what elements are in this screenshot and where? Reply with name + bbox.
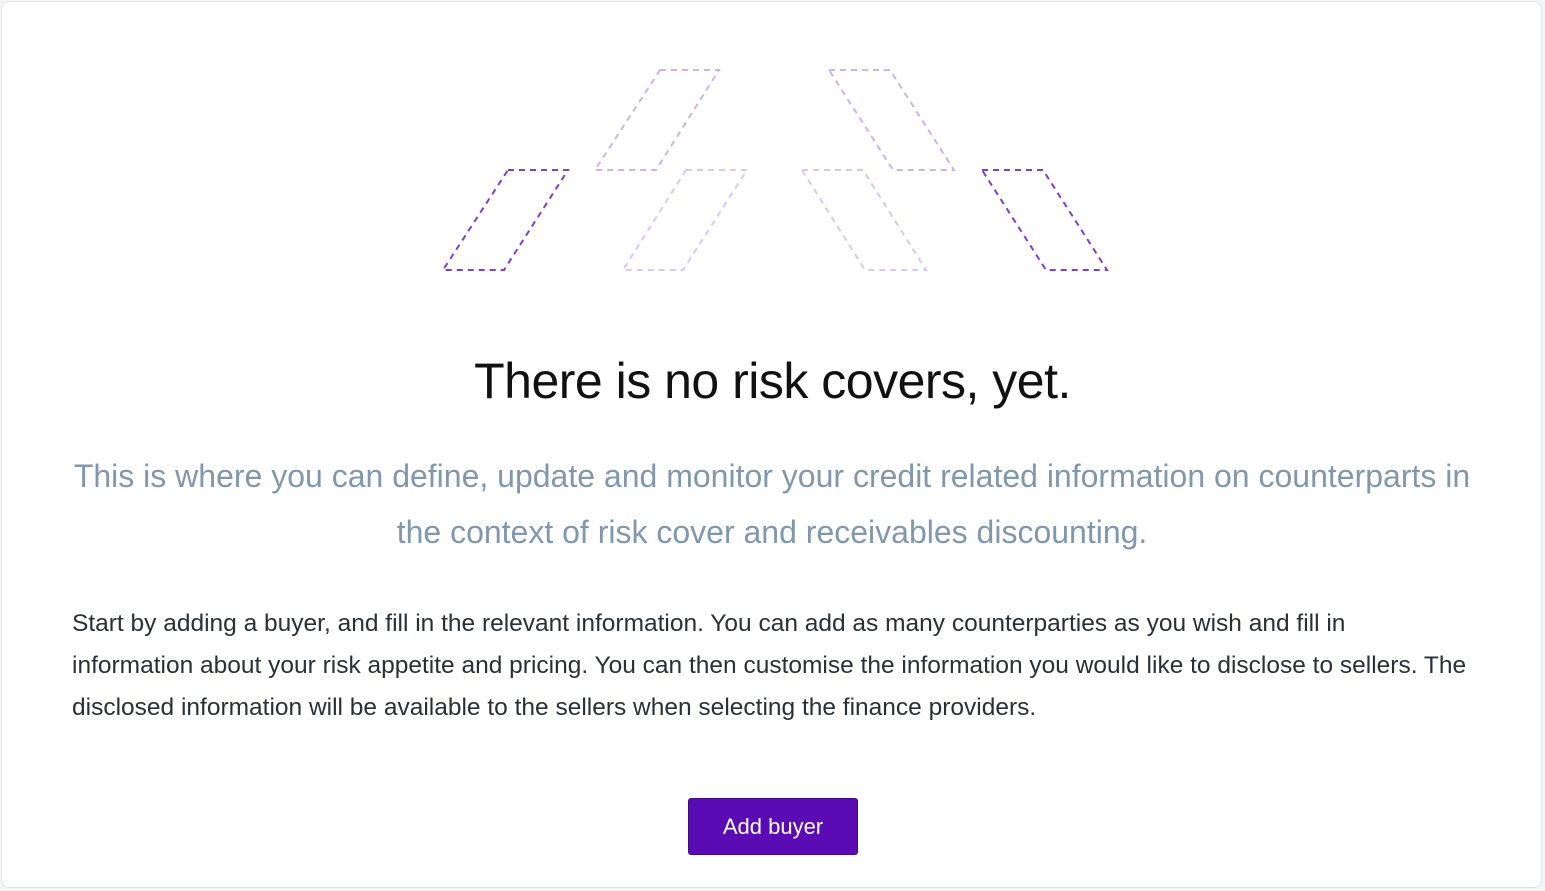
illustration-shape-right-outer [980,169,1109,271]
empty-state-title: There is no risk covers, yet. [474,353,1071,409]
illustration-shape-left-top [593,69,721,171]
illustration-shape-right-top [827,69,956,171]
illustration-shape-right-inner [800,169,928,271]
empty-state-card: There is no risk covers, yet. This is wh… [1,1,1542,888]
dashed-parallelogram-logo-icon [441,69,1109,271]
add-buyer-button[interactable]: Add buyer [688,798,858,855]
illustration-shape-left-inner [621,169,749,271]
empty-state-subtitle: This is where you can define, update and… [73,458,1471,550]
illustration-shape-left-outer [441,169,570,271]
empty-state-description: Start by adding a buyer, and fill in the… [72,610,1467,721]
